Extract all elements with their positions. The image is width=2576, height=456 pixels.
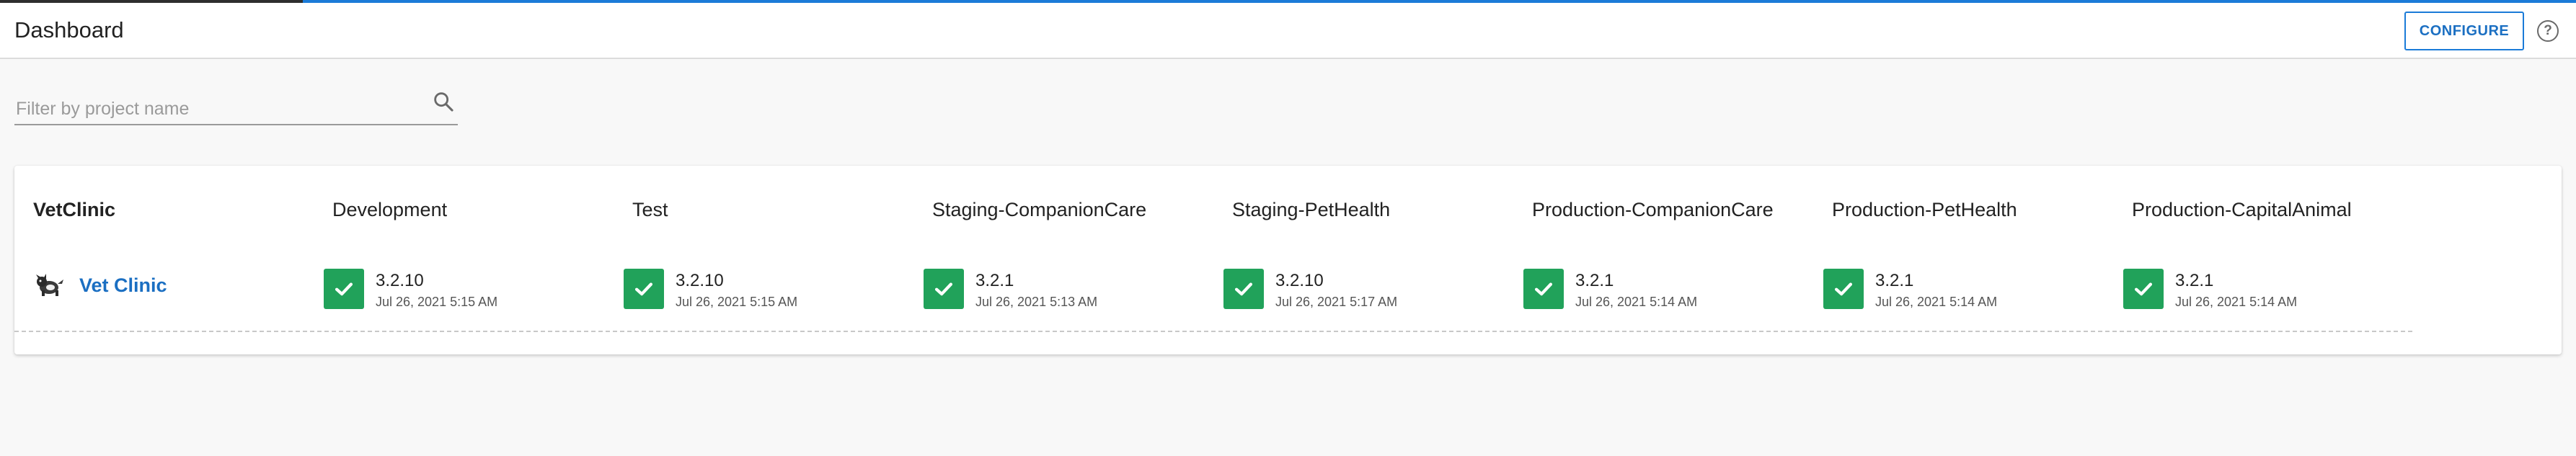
release-date: Jul 26, 2021 5:14 AM <box>2175 295 2298 309</box>
success-check-icon <box>2123 269 2164 309</box>
release-date: Jul 26, 2021 5:14 AM <box>1875 295 1998 309</box>
release-date: Jul 26, 2021 5:15 AM <box>676 295 798 309</box>
project-link-vet-clinic[interactable]: Vet Clinic <box>79 274 167 297</box>
page-title: Dashboard <box>14 17 124 43</box>
project-row: Vet Clinic <box>33 274 167 297</box>
project-group-card: VetClinic Development Test Staging-Compa… <box>14 166 2562 354</box>
search-icon[interactable] <box>431 89 456 114</box>
filter-input[interactable] <box>14 95 421 122</box>
release-date: Jul 26, 2021 5:14 AM <box>1575 295 1698 309</box>
release-version: 3.2.10 <box>676 271 724 290</box>
project-group-name: VetClinic <box>33 199 116 220</box>
help-circle-icon[interactable]: ? <box>2537 20 2559 42</box>
release-cell-staging-pethealth[interactable]: 3.2.10 Jul 26, 2021 5:17 AM <box>1223 269 1397 312</box>
filter-field <box>14 85 458 125</box>
release-cell-development[interactable]: 3.2.10 Jul 26, 2021 5:15 AM <box>324 269 497 312</box>
release-date: Jul 26, 2021 5:17 AM <box>1275 295 1398 309</box>
success-check-icon <box>1523 269 1564 309</box>
env-header-production-capitalanimal: Production-CapitalAnimal <box>2132 199 2352 220</box>
release-version: 3.2.1 <box>975 271 1014 290</box>
release-date: Jul 26, 2021 5:13 AM <box>975 295 1098 309</box>
success-check-icon <box>1223 269 1264 309</box>
env-header-production-pethealth: Production-PetHealth <box>1832 199 2017 220</box>
env-header-staging-companioncare: Staging-CompanionCare <box>932 199 1147 220</box>
release-version: 3.2.1 <box>2175 271 2214 290</box>
success-check-icon <box>1823 269 1864 309</box>
release-version: 3.2.10 <box>376 271 424 290</box>
release-cell-production-companioncare[interactable]: 3.2.1 Jul 26, 2021 5:14 AM <box>1523 269 1697 312</box>
release-version: 3.2.1 <box>1575 271 1614 290</box>
success-check-icon <box>324 269 364 309</box>
release-version: 3.2.1 <box>1875 271 1914 290</box>
page-header: Dashboard CONFIGURE ? <box>0 3 2576 59</box>
release-cell-production-pethealth[interactable]: 3.2.1 Jul 26, 2021 5:14 AM <box>1823 269 1997 312</box>
env-header-development: Development <box>332 199 448 220</box>
release-version: 3.2.10 <box>1275 271 1324 290</box>
release-cell-production-capitalanimal[interactable]: 3.2.1 Jul 26, 2021 5:14 AM <box>2123 269 2297 312</box>
success-check-icon <box>624 269 664 309</box>
env-header-staging-pethealth: Staging-PetHealth <box>1232 199 1391 220</box>
row-divider <box>14 331 2412 332</box>
release-cell-staging-companioncare[interactable]: 3.2.1 Jul 26, 2021 5:13 AM <box>924 269 1097 312</box>
dog-logo-icon <box>33 274 65 297</box>
env-header-production-companioncare: Production-CompanionCare <box>1532 199 1774 220</box>
release-cell-test[interactable]: 3.2.10 Jul 26, 2021 5:15 AM <box>624 269 797 312</box>
configure-button[interactable]: CONFIGURE <box>2404 12 2524 50</box>
release-date: Jul 26, 2021 5:15 AM <box>376 295 498 309</box>
env-header-test: Test <box>632 199 668 220</box>
success-check-icon <box>924 269 964 309</box>
